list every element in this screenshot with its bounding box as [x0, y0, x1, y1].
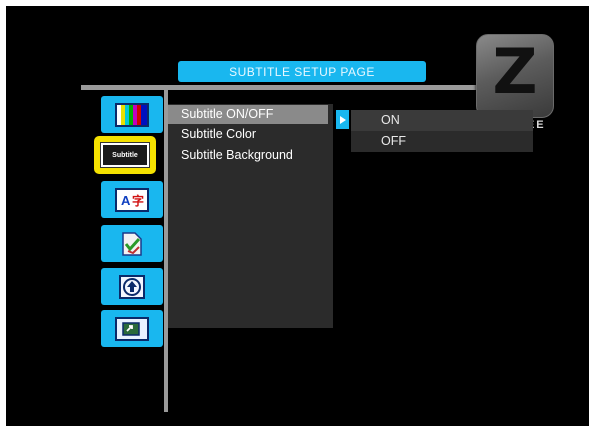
tv-screen: SUBTITLE SETUP PAGE Z ZOMBEE Subtitle — [6, 6, 589, 426]
subtitle-menu: Subtitle ON/OFF Subtitle Color Subtitle … — [168, 104, 333, 328]
option-off[interactable]: OFF — [351, 131, 533, 152]
sidebar-item-language[interactable]: A 字 — [101, 181, 163, 218]
sidebar-item-exit[interactable] — [101, 310, 163, 347]
svg-text:A: A — [121, 193, 131, 208]
brand-logo: Z — [476, 34, 554, 118]
page-title: SUBTITLE SETUP PAGE — [178, 61, 426, 82]
svg-text:字: 字 — [132, 193, 144, 208]
subtitle-icon-label: Subtitle — [112, 151, 138, 159]
exit-icon — [115, 316, 149, 341]
menu-item-subtitle-background[interactable]: Subtitle Background — [168, 146, 328, 165]
menu-item-subtitle-color[interactable]: Subtitle Color — [168, 125, 328, 144]
sidebar-item-video[interactable] — [101, 96, 163, 133]
tv-color-bars-icon — [115, 102, 149, 127]
header-divider — [81, 85, 481, 90]
logo-letter: Z — [492, 35, 538, 108]
parental-check-icon — [119, 231, 145, 257]
language-icon: A 字 — [115, 187, 149, 212]
upgrade-arrow-icon — [119, 274, 145, 299]
sidebar-item-subtitle[interactable]: Subtitle — [94, 136, 156, 174]
option-list: ON OFF — [351, 110, 533, 152]
sidebar-item-parental[interactable] — [101, 225, 163, 262]
sidebar-item-upgrade[interactable] — [101, 268, 163, 305]
option-on[interactable]: ON — [351, 110, 533, 131]
menu-item-subtitle-on-off[interactable]: Subtitle ON/OFF — [168, 105, 328, 124]
subtitle-icon: Subtitle — [101, 143, 149, 167]
submenu-arrow-icon — [336, 110, 349, 129]
